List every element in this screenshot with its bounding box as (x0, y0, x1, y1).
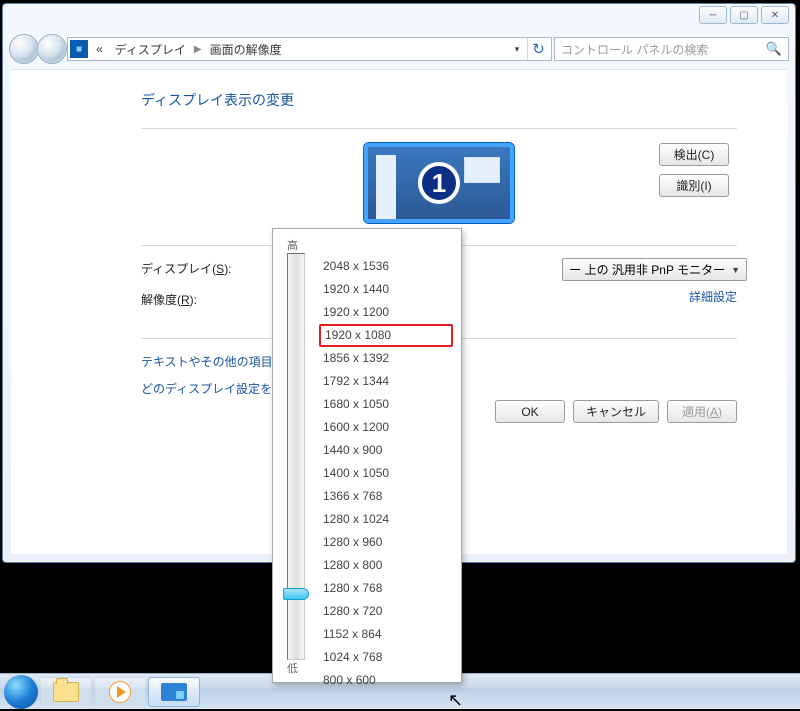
identify-button[interactable]: 識別(I) (659, 174, 729, 197)
resolution-list: 2048 x 15361920 x 14401920 x 12001920 x … (319, 255, 453, 692)
breadcrumb-back[interactable]: « (92, 42, 107, 56)
resolution-option[interactable]: 1280 x 768 (319, 577, 453, 600)
resolution-dropdown-popup: 高 2048 x 15361920 x 14401920 x 12001920 … (272, 228, 462, 683)
slider-low-label: 低 (287, 660, 298, 676)
slider-high-label: 高 (287, 237, 298, 253)
resolution-option[interactable]: 1856 x 1392 (319, 347, 453, 370)
close-button[interactable]: ✕ (761, 6, 789, 24)
advanced-settings-link[interactable]: 詳細設定 (689, 288, 737, 305)
resolution-option[interactable]: 1280 x 800 (319, 554, 453, 577)
cancel-button[interactable]: キャンセル (573, 400, 659, 423)
taskbar-media-player[interactable] (94, 677, 146, 707)
apply-button[interactable]: 適用(A) (667, 400, 737, 423)
resolution-option[interactable]: 1680 x 1050 (319, 393, 453, 416)
address-dropdown[interactable]: ▾ (509, 38, 525, 60)
taskbar-explorer[interactable] (40, 677, 92, 707)
minimize-button[interactable]: ─ (699, 6, 727, 24)
forward-button[interactable] (37, 34, 67, 64)
start-button[interactable] (4, 675, 38, 709)
detect-button[interactable]: 検出(C) (659, 143, 729, 166)
folder-icon (53, 682, 79, 702)
media-player-icon (109, 681, 131, 703)
nav-back-forward (9, 34, 65, 64)
monitor-number: 1 (418, 162, 460, 204)
resolution-option[interactable]: 1920 x 1200 (319, 301, 453, 324)
resolution-option[interactable]: 1600 x 1200 (319, 416, 453, 439)
chevron-down-icon: ▼ (731, 265, 740, 275)
ok-button[interactable]: OK (495, 400, 565, 423)
page-title: ディスプレイ表示の変更 (141, 90, 737, 110)
search-placeholder: コントロール パネルの検索 (561, 41, 708, 58)
resolution-option[interactable]: 1920 x 1440 (319, 278, 453, 301)
back-button[interactable] (9, 34, 39, 64)
resolution-option[interactable]: 1280 x 960 (319, 531, 453, 554)
taskbar-display-settings[interactable] (148, 677, 200, 707)
resolution-label: 解像度(R): (141, 291, 271, 308)
search-input[interactable]: コントロール パネルの検索 🔍 (554, 37, 789, 61)
resolution-option[interactable]: 1400 x 1050 (319, 462, 453, 485)
resolution-slider[interactable] (287, 253, 305, 660)
maximize-button[interactable]: ▢ (730, 6, 758, 24)
window-controls: ─ ▢ ✕ (699, 6, 789, 24)
resolution-option[interactable]: 800 x 600 (319, 669, 453, 692)
refresh-button[interactable]: ↻ (527, 38, 549, 60)
resolution-option[interactable]: 1280 x 720 (319, 600, 453, 623)
resolution-option[interactable]: 1440 x 900 (319, 439, 453, 462)
resolution-option[interactable]: 1920 x 1080 (319, 324, 453, 347)
display-dropdown[interactable]: ー 上の 汎用非 PnP モニター ▼ (562, 258, 747, 281)
resolution-option[interactable]: 1024 x 768 (319, 646, 453, 669)
resolution-option[interactable]: 1280 x 1024 (319, 508, 453, 531)
breadcrumb-item-1[interactable]: ディスプレイ (111, 41, 190, 58)
breadcrumb-item-2[interactable]: 画面の解像度 (206, 41, 286, 58)
display-label: ディスプレイ(S): (141, 260, 271, 277)
resolution-option[interactable]: 1366 x 768 (319, 485, 453, 508)
cursor-icon: ↖ (448, 690, 463, 711)
monitor-preview[interactable]: 1 (364, 143, 514, 223)
resolution-option[interactable]: 1152 x 864 (319, 623, 453, 646)
display-icon: ■ (70, 40, 88, 58)
chevron-right-icon: ▶ (194, 44, 202, 55)
search-icon: 🔍 (766, 41, 782, 57)
resolution-option[interactable]: 1792 x 1344 (319, 370, 453, 393)
nav-row: ■ « ディスプレイ ▶ 画面の解像度 ▾ ↻ コントロール パネルの検索 🔍 (9, 34, 789, 64)
breadcrumb-bar[interactable]: ■ « ディスプレイ ▶ 画面の解像度 ▾ ↻ (67, 37, 552, 61)
resolution-option[interactable]: 2048 x 1536 (319, 255, 453, 278)
display-settings-icon (161, 683, 187, 701)
slider-thumb[interactable] (283, 588, 309, 600)
